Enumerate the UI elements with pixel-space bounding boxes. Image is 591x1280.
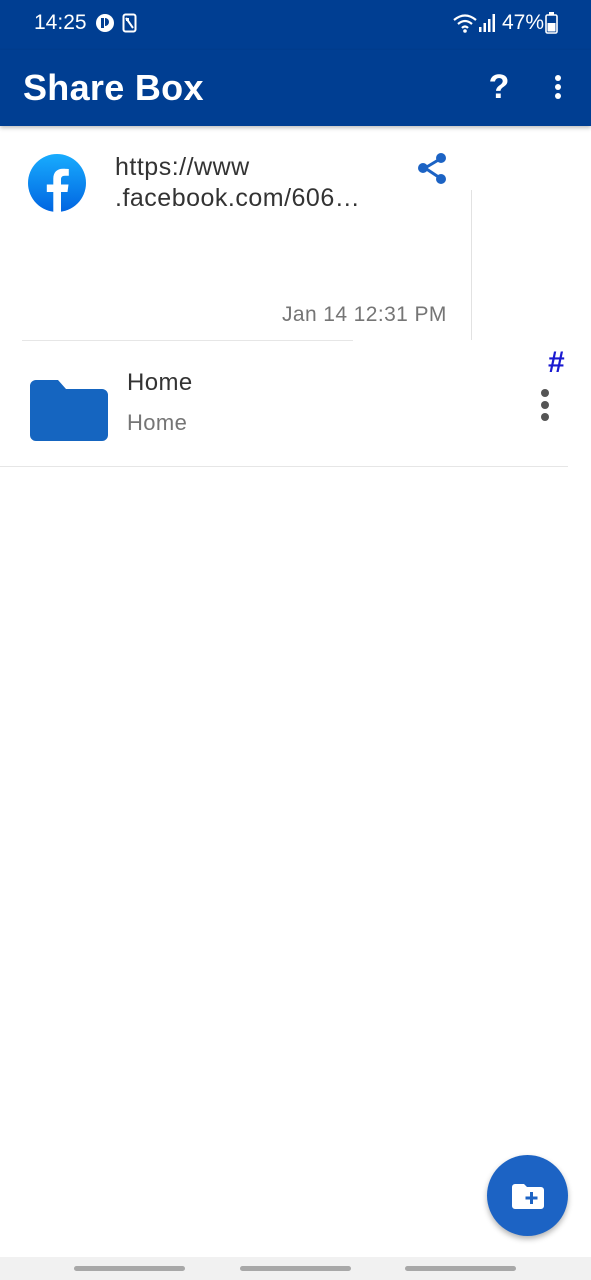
overflow-menu-button[interactable]	[538, 64, 578, 110]
folder-more-button[interactable]	[528, 385, 562, 425]
nav-recents-button[interactable]	[74, 1266, 185, 1271]
app-bar: Share Box ?	[0, 50, 591, 126]
nav-home-button[interactable]	[240, 1266, 351, 1271]
folder-subtitle: Home	[127, 410, 188, 435]
status-bar: 14:25 47%	[0, 0, 591, 50]
nav-back-button[interactable]	[405, 1266, 516, 1271]
app-title: Share Box	[23, 67, 204, 108]
battery-percent: 47%	[502, 11, 545, 34]
vertical-divider	[471, 190, 472, 340]
help-button[interactable]: ?	[476, 64, 522, 110]
more-vert-icon	[541, 389, 549, 421]
folder-name: Home	[127, 369, 193, 396]
notification-sim-icon	[122, 13, 138, 38]
share-button[interactable]	[412, 148, 452, 188]
more-vert-icon	[555, 75, 561, 99]
system-nav-bar	[0, 1257, 591, 1280]
link-timestamp: Jan 14 12:31 PM	[282, 303, 447, 326]
facebook-icon	[28, 154, 86, 212]
share-icon	[418, 153, 446, 184]
signal-icon	[478, 13, 496, 38]
folder-icon	[30, 380, 108, 441]
folder-item[interactable]: Home Home	[0, 341, 591, 467]
notification-app-icon	[95, 13, 115, 38]
add-folder-button[interactable]	[487, 1155, 568, 1236]
create-new-folder-icon	[511, 1183, 544, 1209]
wifi-icon	[452, 12, 478, 39]
divider	[0, 466, 568, 467]
status-time: 14:25	[34, 11, 87, 34]
link-item[interactable]: https://www .facebook.com/606… Jan 14 12…	[0, 126, 591, 341]
link-url: https://www .facebook.com/606…	[115, 153, 361, 212]
battery-icon	[545, 12, 558, 39]
help-icon: ?	[488, 67, 510, 106]
